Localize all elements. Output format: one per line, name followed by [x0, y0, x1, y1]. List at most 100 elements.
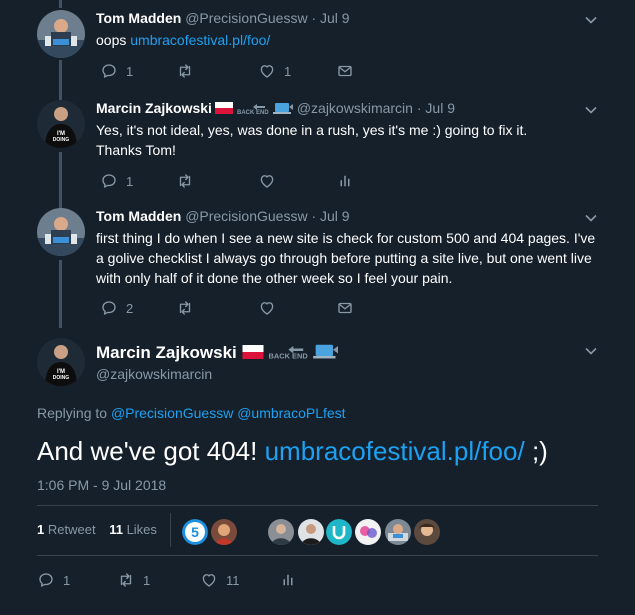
- author-name[interactable]: Marcin Zajkowski: [96, 343, 237, 362]
- separator-dot: ·: [412, 100, 426, 116]
- reply-count: 1: [126, 63, 134, 79]
- retweeter-avatar[interactable]: 5: [182, 519, 208, 545]
- tweet-link[interactable]: umbracofestival.pl/foo/: [130, 32, 270, 48]
- retweets-count: 1: [37, 522, 45, 537]
- direct-message-button[interactable]: [336, 297, 354, 319]
- liker-avatar[interactable]: [414, 519, 440, 545]
- liker-avatar[interactable]: [268, 519, 294, 545]
- envelope-icon: [338, 302, 352, 314]
- tweet-date[interactable]: Jul 9: [320, 208, 350, 224]
- liker-avatar[interactable]: [326, 519, 352, 545]
- tweet-header: Tom Madden @PrecisionGuessw · Jul 9: [96, 208, 350, 224]
- avatar-marcin-zajkowski[interactable]: I'M DOING: [37, 100, 85, 148]
- reply-icon: [39, 573, 53, 587]
- mention-umbracoplfest[interactable]: @umbracoPLfest: [237, 405, 345, 421]
- reply-count: 1: [63, 572, 71, 588]
- reply-tweet-2[interactable]: I'M DOING Marcin Zajkowski BACK END @zajko…: [0, 90, 635, 208]
- reply-icon: [102, 174, 116, 188]
- tweet-text-prefix: And we've got 404!: [37, 436, 265, 466]
- liker-avatar[interactable]: [298, 519, 324, 545]
- liker-avatar[interactable]: [355, 519, 381, 545]
- tweet-text-suffix: ;): [524, 436, 548, 466]
- tweet-link[interactable]: umbracofestival.pl/foo/: [265, 436, 525, 466]
- author-handle[interactable]: @zajkowskimarcin: [96, 366, 212, 382]
- reply-button[interactable]: 1: [37, 569, 70, 591]
- retweet-icon: [179, 301, 191, 315]
- retweet-icon: [179, 174, 191, 188]
- author-handle[interactable]: @PrecisionGuessw: [185, 10, 307, 26]
- tweet-actions: 1 1 11: [37, 569, 337, 591]
- thread-line: [59, 260, 62, 328]
- heart-icon: [202, 574, 216, 587]
- tweet-date[interactable]: Jul 9: [425, 100, 455, 116]
- reply-button[interactable]: 1: [100, 60, 133, 82]
- tweet-timestamp[interactable]: 1:06 PM - 9 Jul 2018: [37, 477, 166, 493]
- chevron-down-icon[interactable]: [584, 211, 598, 225]
- mention-precisionguessw[interactable]: @PrecisionGuessw: [111, 405, 233, 421]
- reply-tweet-3[interactable]: Tom Madden @PrecisionGuessw · Jul 9 firs…: [0, 200, 635, 330]
- likes-count: 11: [109, 522, 123, 537]
- divider: [37, 505, 598, 506]
- retweets-label: Retweet: [47, 522, 96, 537]
- tweet-date[interactable]: Jul 9: [320, 10, 350, 26]
- tweet-text: Yes, it's not ideal, yes, was done in a …: [96, 122, 528, 158]
- retweet-icon: [179, 64, 191, 78]
- likes-stat[interactable]: 11 Likes: [109, 522, 157, 537]
- replying-to-label: Replying to: [37, 405, 111, 421]
- svg-text:BACK END: BACK END: [237, 110, 269, 115]
- reply-tweet-1[interactable]: Tom Madden @PrecisionGuessw · Jul 9 oops…: [0, 0, 635, 100]
- like-button[interactable]: [258, 170, 276, 192]
- like-button[interactable]: 11: [200, 569, 240, 591]
- like-button[interactable]: 1: [258, 60, 291, 82]
- direct-message-button[interactable]: [336, 60, 354, 82]
- reply-button[interactable]: 2: [100, 297, 133, 319]
- chevron-down-icon[interactable]: [584, 344, 598, 358]
- replying-to: Replying to @PrecisionGuessw @umbracoPLf…: [37, 405, 346, 421]
- like-count: 11: [226, 572, 240, 588]
- retweet-button[interactable]: 1: [117, 569, 150, 591]
- tweet-text: first thing I do when I see a new site i…: [96, 230, 596, 286]
- retweet-button[interactable]: [176, 60, 194, 82]
- tweet-header: Marcin Zajkowski BACK END @zajkowskimarci…: [96, 100, 455, 116]
- author-name[interactable]: Marcin Zajkowski: [96, 100, 212, 116]
- author-handle[interactable]: @PrecisionGuessw: [185, 208, 307, 224]
- tweet-stats: 1 Retweet 11 Likes: [37, 522, 157, 537]
- liker-avatar[interactable]: [385, 519, 411, 545]
- tweet-header: Tom Madden @PrecisionGuessw · Jul 9: [96, 10, 350, 26]
- retweeter-avatar[interactable]: [211, 519, 237, 545]
- backend-emoji-icon: BACK END: [268, 344, 338, 360]
- retweet-button[interactable]: [176, 170, 194, 192]
- heart-icon: [260, 175, 274, 188]
- likes-label: Likes: [126, 522, 157, 537]
- avatar-tom-madden[interactable]: [37, 208, 85, 256]
- thread-line: [59, 0, 62, 8]
- like-count: 1: [284, 63, 292, 79]
- svg-text:BACK END: BACK END: [268, 351, 308, 360]
- reply-button[interactable]: 1: [100, 170, 133, 192]
- tweet-actions: 1: [96, 170, 396, 192]
- separator-dot: ·: [307, 10, 321, 26]
- reply-count: 1: [126, 173, 134, 189]
- analytics-button[interactable]: [336, 170, 354, 192]
- author-name[interactable]: Tom Madden: [96, 208, 181, 224]
- retweet-stat[interactable]: 1 Retweet: [37, 522, 96, 537]
- retweet-count: 1: [143, 572, 151, 588]
- chevron-down-icon[interactable]: [584, 13, 598, 27]
- author-handle[interactable]: @zajkowskimarcin: [297, 100, 413, 116]
- like-button[interactable]: [258, 297, 276, 319]
- backend-emoji-icon: BACK END: [237, 103, 293, 115]
- analytics-button[interactable]: [279, 569, 297, 591]
- avatar-tom-madden[interactable]: [37, 10, 85, 58]
- analytics-icon: [283, 574, 293, 586]
- heart-icon: [260, 65, 274, 78]
- poland-flag-icon: [242, 345, 264, 359]
- retweet-icon: [120, 573, 132, 587]
- chevron-down-icon[interactable]: [584, 103, 598, 117]
- author-name[interactable]: Tom Madden: [96, 10, 181, 26]
- heart-icon: [260, 302, 274, 315]
- avatar-marcin-zajkowski[interactable]: I'M DOING: [37, 338, 85, 386]
- envelope-icon: [338, 65, 352, 77]
- retweet-button[interactable]: [176, 297, 194, 319]
- tweet-text-prefix: oops: [96, 32, 131, 48]
- reply-icon: [102, 64, 116, 78]
